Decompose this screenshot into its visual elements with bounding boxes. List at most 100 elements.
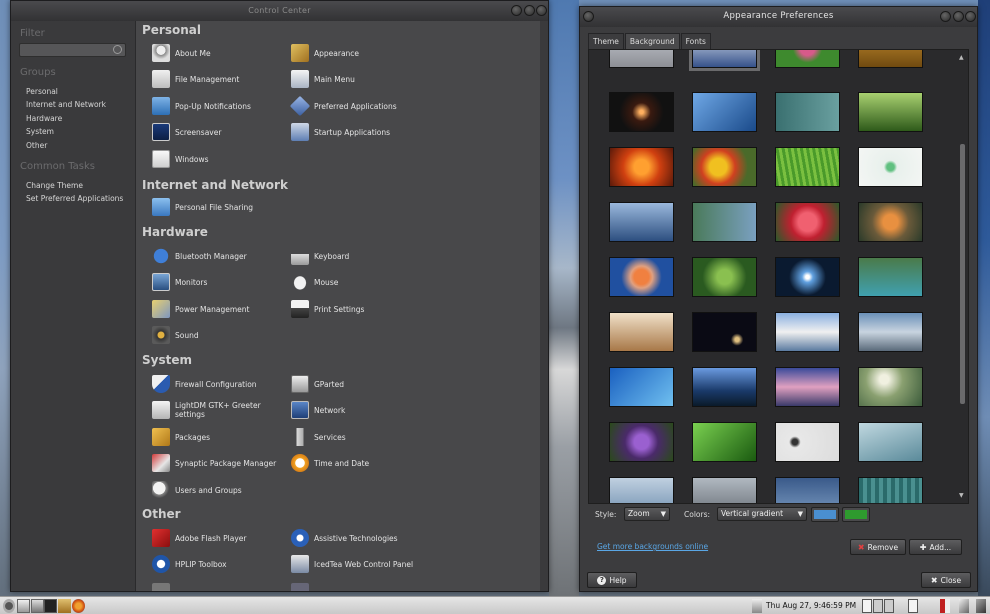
clock[interactable]: Thu Aug 27, 9:46:59 PM bbox=[766, 601, 856, 610]
maximize-button[interactable] bbox=[524, 5, 535, 16]
main-scrollbar[interactable] bbox=[540, 21, 548, 591]
item-time-and-date[interactable]: Time and Date bbox=[291, 452, 369, 474]
gallery-scrollbar[interactable]: ▲ ▼ bbox=[959, 54, 966, 499]
scroll-up-icon[interactable]: ▲ bbox=[959, 54, 964, 61]
item-icedtea[interactable]: IcedTea Web Control Panel bbox=[291, 553, 413, 575]
wallpaper-thumbnail[interactable] bbox=[775, 422, 840, 462]
keyboard-layout-icon[interactable] bbox=[940, 599, 950, 613]
wallpaper-thumbnail[interactable] bbox=[609, 147, 674, 187]
item-mouse[interactable]: Mouse bbox=[291, 271, 338, 293]
primary-color-button[interactable] bbox=[811, 507, 839, 522]
terminal-icon[interactable] bbox=[44, 599, 57, 613]
style-dropdown[interactable]: Zoom ▼ bbox=[624, 507, 670, 521]
wallpaper-thumbnail[interactable] bbox=[775, 147, 840, 187]
volume-icon[interactable] bbox=[959, 599, 969, 613]
wallpaper-thumbnail[interactable] bbox=[858, 92, 923, 132]
wallpaper-thumbnail[interactable] bbox=[609, 257, 674, 297]
wallpaper-thumbnail[interactable] bbox=[692, 147, 757, 187]
help-button[interactable]: ? Help bbox=[587, 572, 637, 588]
scroll-down-icon[interactable]: ▼ bbox=[959, 492, 964, 499]
tool-icon[interactable] bbox=[976, 599, 986, 613]
item-synaptic[interactable]: Synaptic Package Manager bbox=[152, 452, 276, 474]
wallpaper-thumbnail[interactable] bbox=[775, 92, 840, 132]
secondary-color-button[interactable] bbox=[842, 507, 870, 522]
wallpaper-thumbnail[interactable] bbox=[858, 312, 923, 352]
window-list-icon[interactable] bbox=[908, 599, 918, 613]
main-menu-icon[interactable] bbox=[3, 599, 15, 613]
close-button[interactable]: ✖ Close bbox=[921, 572, 971, 588]
wallpaper-thumbnail[interactable] bbox=[692, 477, 757, 503]
minimize-button[interactable] bbox=[511, 5, 522, 16]
wallpaper-thumbnail[interactable] bbox=[858, 477, 923, 503]
close-window-button[interactable] bbox=[965, 11, 976, 22]
item-hplip-toolbox[interactable]: HPLIP Toolbox bbox=[152, 553, 227, 575]
wallpaper-thumbnail[interactable] bbox=[858, 147, 923, 187]
wallpaper-thumbnail[interactable] bbox=[692, 367, 757, 407]
item-windows[interactable]: Windows bbox=[152, 148, 208, 170]
wallpaper-thumbnail[interactable] bbox=[609, 367, 674, 407]
task-link-change-theme[interactable]: Change Theme bbox=[26, 181, 83, 190]
group-link-hardware[interactable]: Hardware bbox=[26, 114, 62, 123]
workspace-switcher-3[interactable] bbox=[884, 599, 894, 613]
control-center-titlebar[interactable]: Control Center bbox=[11, 1, 548, 21]
wallpaper-thumbnail[interactable] bbox=[609, 92, 674, 132]
workspace-switcher-1[interactable] bbox=[862, 599, 872, 613]
group-link-other[interactable]: Other bbox=[26, 141, 47, 150]
item-keyboard[interactable]: Keyboard bbox=[291, 245, 349, 267]
wallpaper-thumbnail[interactable] bbox=[858, 202, 923, 242]
wallpaper-thumbnail[interactable] bbox=[609, 312, 674, 352]
wallpaper-thumbnail[interactable] bbox=[775, 312, 840, 352]
colors-dropdown[interactable]: Vertical gradient ▼ bbox=[717, 507, 807, 521]
item-personal-file-sharing[interactable]: Personal File Sharing bbox=[152, 196, 253, 218]
item-adobe-flash[interactable]: Adobe Flash Player bbox=[152, 527, 246, 549]
wallpaper-thumbnail[interactable] bbox=[775, 202, 840, 242]
wallpaper-thumbnail[interactable] bbox=[692, 202, 757, 242]
wallpaper-thumbnail-selected[interactable] bbox=[689, 50, 760, 71]
item-main-menu[interactable]: Main Menu bbox=[291, 68, 355, 90]
item-appearance[interactable]: Appearance bbox=[291, 42, 359, 64]
wallpaper-thumbnail[interactable] bbox=[609, 477, 674, 503]
show-desktop-icon[interactable] bbox=[17, 599, 30, 613]
appearance-titlebar[interactable]: Appearance Preferences bbox=[580, 7, 977, 27]
item-power-management[interactable]: Power Management bbox=[152, 298, 249, 320]
workspace-switcher-2[interactable] bbox=[873, 599, 883, 613]
window-menu-button[interactable] bbox=[583, 11, 594, 22]
wallpaper-thumbnail[interactable] bbox=[858, 422, 923, 462]
item-assistive-technologies[interactable]: Assistive Technologies bbox=[291, 527, 398, 549]
item-network[interactable]: Network bbox=[291, 399, 345, 421]
item-packages[interactable]: Packages bbox=[152, 426, 210, 448]
minimize-button[interactable] bbox=[940, 11, 951, 22]
wallpaper-thumbnail[interactable] bbox=[609, 202, 674, 242]
tab-theme[interactable]: Theme bbox=[588, 33, 624, 49]
network-tray-icon[interactable] bbox=[752, 599, 762, 613]
item-users-and-groups[interactable]: Users and Groups bbox=[152, 479, 242, 501]
wallpaper-thumbnail[interactable] bbox=[692, 92, 757, 132]
wallpaper-thumbnail[interactable] bbox=[692, 257, 757, 297]
more-backgrounds-link[interactable]: Get more backgrounds online bbox=[597, 542, 708, 551]
item-startup-applications[interactable]: Startup Applications bbox=[291, 121, 390, 143]
item-services[interactable]: Services bbox=[291, 426, 346, 448]
filter-input[interactable] bbox=[19, 43, 126, 57]
item-sound[interactable]: Sound bbox=[152, 324, 199, 346]
add-button[interactable]: ✚ Add... bbox=[909, 539, 962, 555]
wallpaper-thumbnail[interactable] bbox=[858, 50, 923, 68]
item-about-me[interactable]: About Me bbox=[152, 42, 211, 64]
group-link-system[interactable]: System bbox=[26, 127, 54, 136]
group-link-personal[interactable]: Personal bbox=[26, 87, 58, 96]
workspace-icon[interactable] bbox=[31, 599, 44, 613]
wallpaper-thumbnail[interactable] bbox=[775, 257, 840, 297]
item-print-settings[interactable]: Print Settings bbox=[291, 298, 364, 320]
wallpaper-thumbnail[interactable] bbox=[775, 50, 840, 68]
item-bluetooth-manager[interactable]: Bluetooth Manager bbox=[152, 245, 247, 267]
tab-fonts[interactable]: Fonts bbox=[680, 33, 711, 49]
maximize-button[interactable] bbox=[953, 11, 964, 22]
item-gparted[interactable]: GParted bbox=[291, 373, 344, 395]
item-firewall-configuration[interactable]: Firewall Configuration bbox=[152, 373, 257, 395]
wallpaper-thumbnail[interactable] bbox=[609, 50, 674, 68]
scrollbar-thumb[interactable] bbox=[960, 144, 965, 404]
wallpaper-thumbnail[interactable] bbox=[609, 422, 674, 462]
item-screensaver[interactable]: Screensaver bbox=[152, 121, 221, 143]
wallpaper-thumbnail[interactable] bbox=[775, 367, 840, 407]
item-popup-notifications[interactable]: Pop-Up Notifications bbox=[152, 95, 251, 117]
item-preferred-applications[interactable]: Preferred Applications bbox=[289, 95, 397, 117]
